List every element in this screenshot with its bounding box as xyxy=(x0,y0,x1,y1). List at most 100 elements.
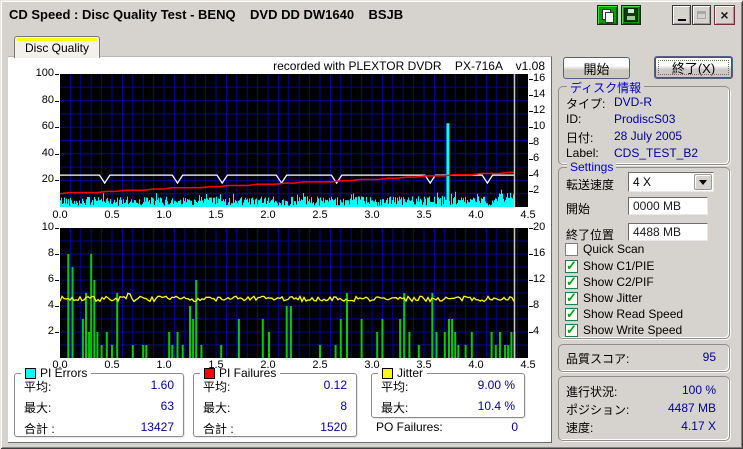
axis-tick-label: 12 xyxy=(533,104,546,117)
position-label: ポジション: xyxy=(566,403,630,417)
checked-checkbox-icon[interactable] xyxy=(565,322,578,338)
pi-errors-speed-chart xyxy=(60,74,528,207)
save-button[interactable] xyxy=(621,5,641,25)
chevron-down-icon[interactable] xyxy=(694,174,712,190)
speed-dropdown-value: 4 X xyxy=(633,175,652,189)
checkbox-label: Quick Scan xyxy=(583,242,645,256)
axis-tick-mark xyxy=(55,306,59,307)
jitter-legend: Jitter 平均: 9.00 % 最大: 10.4 % xyxy=(371,366,525,418)
copy-pages-icon xyxy=(602,9,614,23)
copy-button[interactable] xyxy=(597,5,618,25)
axis-tick-label: 1.5 xyxy=(208,209,224,221)
axis-tick-label: 6 xyxy=(47,273,54,285)
speed-dropdown[interactable]: 4 X xyxy=(628,172,714,192)
checkbox-quick-scan[interactable]: Quick Scan xyxy=(565,242,644,256)
start-button-label: 開始 xyxy=(583,61,610,77)
axis-tick-label: 3.0 xyxy=(364,209,380,221)
axis-tick-mark xyxy=(55,332,59,333)
end-pos-label: 終了位置 xyxy=(566,228,615,242)
max-label: 最大: xyxy=(381,401,409,415)
po-failures-row: PO Failures: 0 xyxy=(376,420,518,434)
end-pos-field[interactable]: 4488 MB xyxy=(628,223,708,241)
checked-checkbox-icon[interactable] xyxy=(565,274,578,290)
disc-id-label: ID: xyxy=(566,112,582,126)
axis-tick-label: 2 xyxy=(47,325,54,337)
axis-tick-label: 4.0 xyxy=(468,209,484,221)
axis-tick-label: 1.5 xyxy=(208,359,224,371)
progress-label: 進行状況: xyxy=(566,385,618,399)
axis-tick-label: 16 xyxy=(533,72,546,85)
axis-tick-label: 1.0 xyxy=(156,209,172,221)
axis-tick-mark xyxy=(55,228,59,229)
quality-score-label: 品質スコア: xyxy=(566,352,630,366)
disc-info-title: ディスク情報 xyxy=(567,79,645,96)
avg-label: 平均: xyxy=(381,380,409,394)
po-failures-value: 0 xyxy=(511,420,518,434)
axis-tick-label: 4.5 xyxy=(520,359,536,371)
chart-header-text: recorded with PLEXTOR DVDR PX-716A v1.08 xyxy=(273,59,545,73)
checkbox-show-c2-pif[interactable]: Show C2/PIF xyxy=(565,274,654,290)
axis-tick-mark xyxy=(529,332,533,333)
axis-tick-label: 2.5 xyxy=(312,209,328,221)
max-value: 10.4 % xyxy=(477,399,515,413)
position-value: 4487 MB xyxy=(667,401,716,415)
axis-tick-label: 20 xyxy=(41,173,54,186)
disc-id-value: ProdiscS03 xyxy=(614,112,676,126)
axis-tick-mark xyxy=(55,74,59,75)
checkbox-show-c1-pie[interactable]: Show C1/PIE xyxy=(565,258,654,274)
axis-tick-mark xyxy=(529,254,533,255)
speed-current-label: 速度: xyxy=(566,421,594,435)
avg-value: 1.60 xyxy=(150,378,174,392)
axis-tick-mark xyxy=(529,143,533,145)
avg-label: 平均: xyxy=(203,380,231,394)
avg-value: 0.12 xyxy=(323,378,347,392)
axis-tick-label: 4 xyxy=(533,168,540,181)
checked-checkbox-icon[interactable] xyxy=(565,306,578,322)
disc-label-value: CDS_TEST_B2 xyxy=(614,146,699,160)
disc-type-label: タイプ: xyxy=(566,97,606,111)
axis-tick-mark xyxy=(529,111,533,113)
axis-tick-label: 100 xyxy=(35,67,54,79)
maximize-icon xyxy=(697,11,706,19)
exit-button[interactable]: 終了(X) xyxy=(654,56,733,79)
axis-tick-mark xyxy=(55,280,59,281)
axis-tick-label: 0.5 xyxy=(104,209,120,221)
window-title: CD Speed : Disc Quality Test - BENQ DVD … xyxy=(9,7,404,22)
axis-tick-label: 2.0 xyxy=(260,359,276,371)
axis-tick-mark xyxy=(55,153,59,155)
checked-checkbox-icon[interactable] xyxy=(565,258,578,274)
checkbox-show-write-speed[interactable]: Show Write Speed xyxy=(565,322,682,338)
axis-tick-label: 6 xyxy=(533,152,540,165)
start-pos-value: 0000 MB xyxy=(633,199,682,213)
close-button[interactable]: × xyxy=(714,5,735,25)
start-button[interactable]: 開始 xyxy=(563,57,630,79)
start-pos-label: 開始 xyxy=(566,202,591,216)
axis-tick-label: 10 xyxy=(41,221,54,233)
save-floppy-icon xyxy=(624,8,638,22)
quality-score-value: 95 xyxy=(702,350,716,364)
checkbox-show-jitter[interactable]: Show Jitter xyxy=(565,290,642,306)
axis-tick-label: 4 xyxy=(47,299,54,311)
axis-tick-label: 1.0 xyxy=(156,359,172,371)
max-value: 63 xyxy=(160,399,174,413)
start-pos-field[interactable]: 0000 MB xyxy=(628,197,708,215)
axis-tick-label: 14 xyxy=(533,88,546,101)
axis-tick-label: 20 xyxy=(533,221,546,233)
progress-value: 100 % xyxy=(681,383,716,397)
axis-tick-mark xyxy=(55,254,59,255)
axis-tick-label: 0.0 xyxy=(52,359,68,371)
tab-disc-quality[interactable]: Disc Quality xyxy=(14,36,100,58)
checked-checkbox-icon[interactable] xyxy=(565,290,578,306)
max-label: 最大: xyxy=(24,401,52,415)
disc-type-value: DVD-R xyxy=(614,95,652,109)
axis-tick-label: 3.5 xyxy=(416,209,432,221)
axis-tick-label: 10 xyxy=(533,120,546,133)
max-label: 最大: xyxy=(203,401,231,415)
po-failures-label: PO Failures: xyxy=(376,420,443,434)
axis-tick-mark xyxy=(529,191,533,193)
minimize-button[interactable] xyxy=(672,5,691,25)
pi-failures-legend: PI Failures 平均: 0.12 最大: 8 合計 :1520 xyxy=(193,366,357,437)
unchecked-checkbox-icon[interactable] xyxy=(565,242,578,256)
checkbox-show-read-speed[interactable]: Show Read Speed xyxy=(565,306,683,322)
minimize-icon xyxy=(677,19,686,21)
